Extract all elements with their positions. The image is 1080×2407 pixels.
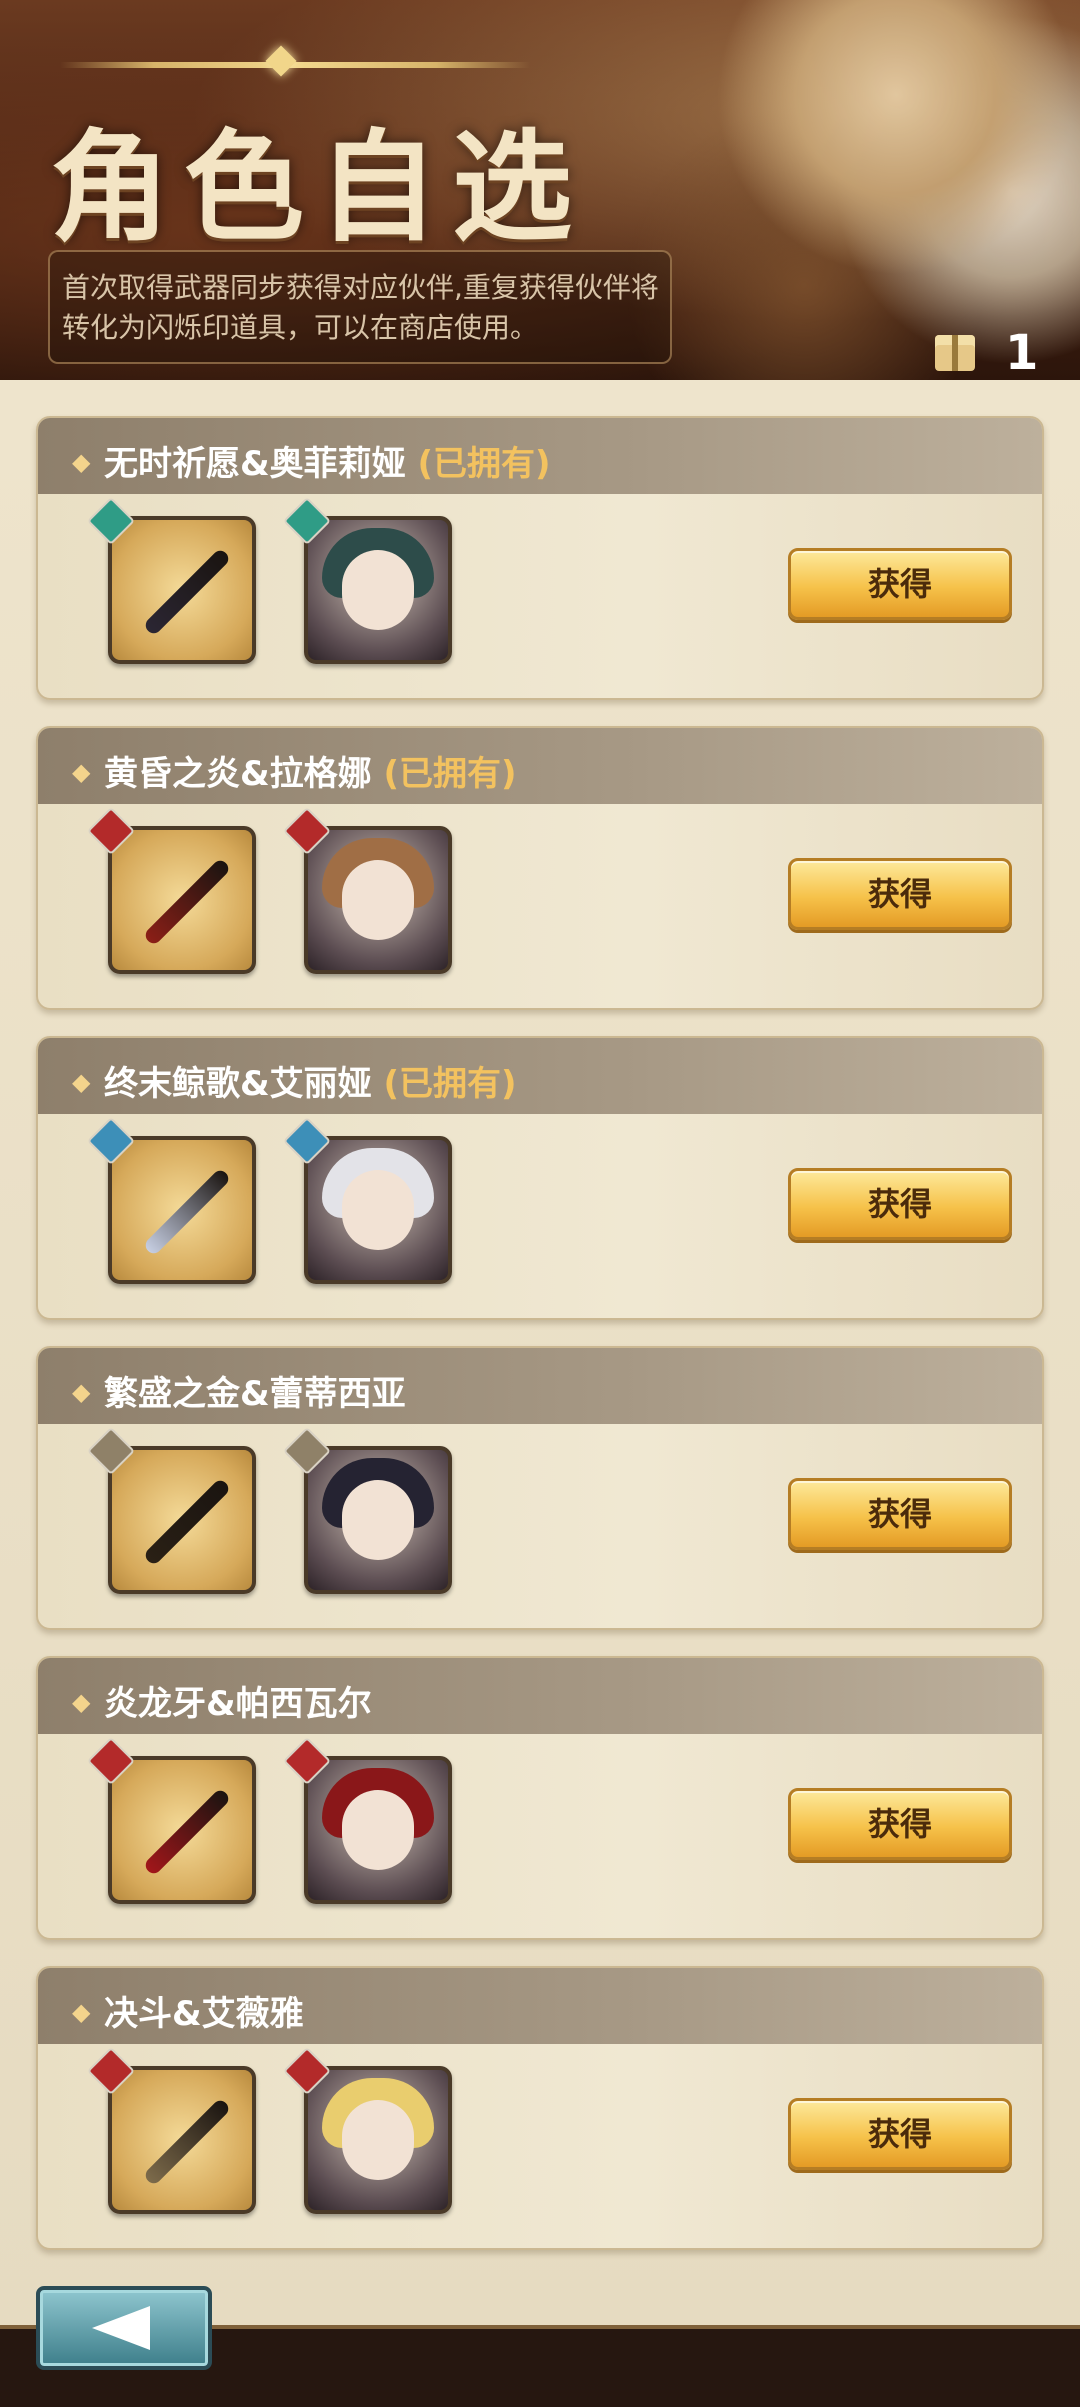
pair-card: ◆ 炎龙牙&帕西瓦尔 获得	[36, 1656, 1044, 1940]
obtain-button[interactable]: 获得	[788, 1168, 1012, 1240]
weapon-icon	[142, 1477, 232, 1567]
diamond-bullet-icon: ◆	[72, 448, 91, 476]
back-arrow-icon	[92, 2306, 150, 2350]
partner-face-icon	[342, 1170, 414, 1250]
ornament-gem-icon	[265, 45, 297, 77]
pair-name: 黄昏之炎&拉格娜	[104, 754, 372, 794]
description-text: 首次取得武器同步获得对应伙伴,重复获得伙伴将转化为闪烁印道具，可以在商店使用。	[62, 271, 659, 344]
gift-icon[interactable]	[935, 335, 975, 371]
weapon-slot[interactable]	[108, 1446, 256, 1594]
pair-title: 黄昏之炎&拉格娜 (已拥有)	[104, 746, 517, 795]
diamond-bullet-icon: ◆	[72, 1998, 91, 2026]
weapon-slot[interactable]	[108, 1136, 256, 1284]
pair-title: 繁盛之金&蕾蒂西亚	[104, 1366, 406, 1415]
pair-card: ◆ 繁盛之金&蕾蒂西亚 获得	[36, 1346, 1044, 1630]
partner-portrait[interactable]	[304, 1136, 452, 1284]
partner-portrait[interactable]	[304, 2066, 452, 2214]
obtain-button[interactable]: 获得	[788, 858, 1012, 930]
obtain-button[interactable]: 获得	[788, 1478, 1012, 1550]
weapon-slot[interactable]	[108, 1756, 256, 1904]
character-artwork	[620, 0, 1080, 380]
card-header: ◆ 繁盛之金&蕾蒂西亚	[38, 1348, 1042, 1424]
partner-portrait[interactable]	[304, 826, 452, 974]
card-header: ◆ 炎龙牙&帕西瓦尔	[38, 1658, 1042, 1734]
owned-label: (已拥有)	[383, 754, 517, 794]
pair-card: ◆ 无时祈愿&奥菲莉娅 (已拥有) 获得	[36, 416, 1044, 700]
weapon-icon	[142, 1787, 232, 1877]
partner-face-icon	[342, 550, 414, 630]
obtain-button[interactable]: 获得	[788, 2098, 1012, 2170]
pair-title: 炎龙牙&帕西瓦尔	[104, 1676, 372, 1725]
diamond-bullet-icon: ◆	[72, 1688, 91, 1716]
partner-face-icon	[342, 1480, 414, 1560]
partner-portrait[interactable]	[304, 516, 452, 664]
partner-portrait[interactable]	[304, 1446, 452, 1594]
pair-title: 决斗&艾薇雅	[104, 1986, 304, 2035]
obtain-button[interactable]: 获得	[788, 1788, 1012, 1860]
weapon-slot[interactable]	[108, 826, 256, 974]
weapon-icon	[142, 2097, 232, 2187]
card-header: ◆ 无时祈愿&奥菲莉娅 (已拥有)	[38, 418, 1042, 494]
pair-name: 终末鲸歌&艾丽娅	[104, 1064, 372, 1104]
weapon-icon	[142, 547, 232, 637]
partner-face-icon	[342, 2100, 414, 2180]
back-button[interactable]	[36, 2286, 212, 2370]
page-title: 角色自选	[50, 117, 586, 258]
pair-name: 决斗&艾薇雅	[104, 1994, 304, 2034]
diamond-bullet-icon: ◆	[72, 1378, 91, 1406]
pair-card: ◆ 黄昏之炎&拉格娜 (已拥有) 获得	[36, 726, 1044, 1010]
pair-card: ◆ 决斗&艾薇雅 获得	[36, 1966, 1044, 2250]
weapon-slot[interactable]	[108, 2066, 256, 2214]
owned-label: (已拥有)	[383, 1064, 517, 1104]
title-ornament	[60, 62, 530, 68]
card-header: ◆ 黄昏之炎&拉格娜 (已拥有)	[38, 728, 1042, 804]
weapon-slot[interactable]	[108, 516, 256, 664]
pair-name: 炎龙牙&帕西瓦尔	[104, 1684, 372, 1724]
weapon-icon	[142, 857, 232, 947]
diamond-bullet-icon: ◆	[72, 758, 91, 786]
partner-portrait[interactable]	[304, 1756, 452, 1904]
pair-name: 无时祈愿&奥菲莉娅	[104, 444, 406, 484]
card-header: ◆ 终末鲸歌&艾丽娅 (已拥有)	[38, 1038, 1042, 1114]
pair-card: ◆ 终末鲸歌&艾丽娅 (已拥有) 获得	[36, 1036, 1044, 1320]
partner-face-icon	[342, 860, 414, 940]
weapon-icon	[142, 1167, 232, 1257]
partner-face-icon	[342, 1790, 414, 1870]
diamond-bullet-icon: ◆	[72, 1068, 91, 1096]
pair-title: 无时祈愿&奥菲莉娅 (已拥有)	[104, 436, 551, 485]
pair-title: 终末鲸歌&艾丽娅 (已拥有)	[104, 1056, 517, 1105]
owned-label: (已拥有)	[417, 444, 551, 484]
header-banner: 角色自选 首次取得武器同步获得对应伙伴,重复获得伙伴将转化为闪烁印道具，可以在商…	[0, 0, 1080, 384]
pair-name: 繁盛之金&蕾蒂西亚	[104, 1374, 406, 1414]
gift-count: 1	[1005, 325, 1039, 381]
obtain-button[interactable]: 获得	[788, 548, 1012, 620]
card-header: ◆ 决斗&艾薇雅	[38, 1968, 1042, 2044]
